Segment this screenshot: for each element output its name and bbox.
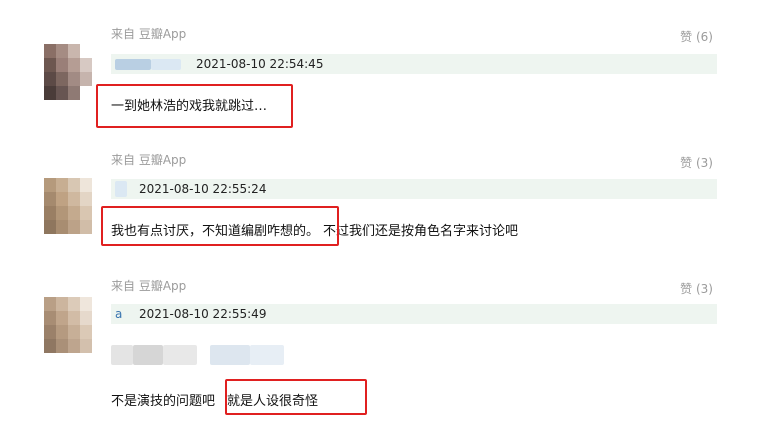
comment-meta-bar: 2021-08-10 22:54:45: [111, 54, 717, 74]
highlight-box: [225, 379, 367, 415]
comment-username[interactable]: a: [115, 307, 122, 321]
comment-source: 来自 豆瓣App: [111, 153, 187, 167]
like-count[interactable]: 赞 (3): [680, 154, 713, 171]
comment-meta-bar: a 2021-08-10 22:55:49: [111, 304, 717, 324]
highlight-box: [101, 206, 339, 246]
avatar[interactable]: [44, 44, 92, 100]
highlight-box: [96, 84, 293, 128]
avatar[interactable]: [44, 297, 92, 353]
comment-source: 来自 豆瓣App: [111, 279, 187, 293]
blurred-username: [115, 59, 151, 70]
blurred-username: [115, 181, 127, 197]
comment-source: 来自 豆瓣App: [111, 27, 187, 41]
like-count[interactable]: 赞 (3): [680, 280, 713, 297]
blurred-username: [151, 59, 181, 70]
comment-meta-bar: 2021-08-10 22:55:24: [111, 179, 717, 199]
comment-time: 2021-08-10 22:55:49: [139, 307, 267, 321]
comment-text-rest: 不过我们还是按角色名字来讨论吧: [323, 224, 519, 239]
comment-time: 2021-08-10 22:55:24: [139, 182, 267, 196]
comment-time: 2021-08-10 22:54:45: [196, 57, 324, 71]
like-count[interactable]: 赞 (6): [680, 28, 713, 45]
comment-text-lead: 不是演技的问题吧: [111, 394, 216, 409]
avatar[interactable]: [44, 178, 92, 234]
